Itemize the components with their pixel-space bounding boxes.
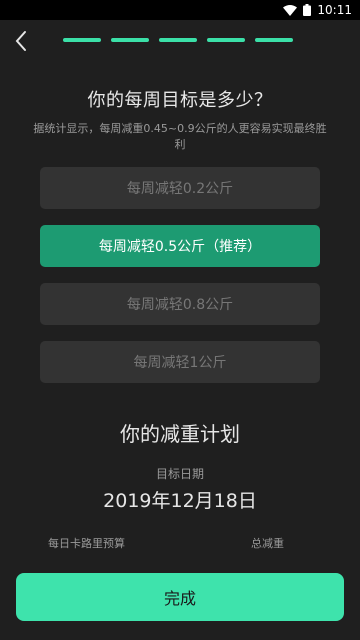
battery-icon — [303, 4, 312, 16]
plan-title: 你的减重计划 — [120, 422, 240, 446]
goal-options: 每周减轻0.2公斤 每周减轻0.5公斤（推荐） 每周减轻0.8公斤 每周减轻1公… — [40, 167, 320, 399]
option-0-5kg-recommended[interactable]: 每周减轻0.5公斤（推荐） — [40, 225, 320, 267]
page-title: 你的每周目标是多少？ — [87, 90, 273, 111]
total-loss-label: 总减重 — [251, 537, 284, 550]
page-description: 据统计显示，每周减重0.45~0.9公斤的人更容易实现最终胜利 — [33, 122, 327, 151]
option-0-8kg[interactable]: 每周减轻0.8公斤 — [40, 283, 320, 325]
chevron-left-icon — [15, 31, 26, 51]
status-bar: 10:11 — [0, 0, 360, 20]
back-button[interactable] — [10, 29, 34, 53]
progress-segment — [255, 38, 293, 42]
progress-segment — [63, 38, 101, 42]
header — [0, 20, 360, 64]
done-button[interactable]: 完成 — [16, 573, 344, 621]
progress-segment — [111, 38, 149, 42]
status-time: 10:11 — [317, 3, 352, 17]
progress-segment — [159, 38, 197, 42]
wifi-icon — [283, 4, 298, 16]
option-0-2kg[interactable]: 每周减轻0.2公斤 — [40, 167, 320, 209]
progress-indicator — [63, 38, 293, 42]
option-1kg[interactable]: 每周减轻1公斤 — [40, 341, 320, 383]
target-date-value: 2019年12月18日 — [103, 490, 257, 512]
daily-budget-label: 每日卡路里预算 — [48, 537, 125, 550]
target-date-label: 目标日期 — [155, 467, 204, 481]
progress-segment — [207, 38, 245, 42]
